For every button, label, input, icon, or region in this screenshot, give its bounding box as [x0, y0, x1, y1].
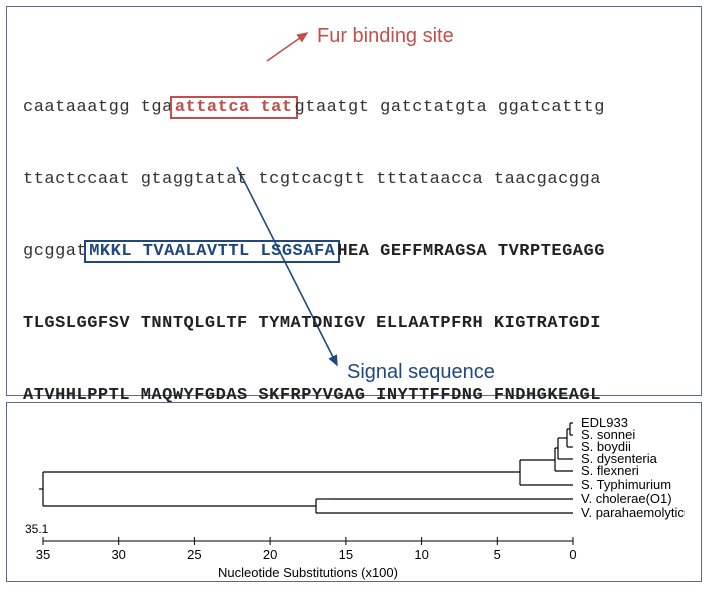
phylogenetic-tree-panel: EDL933 S. sonnei S. boydii S. dysenteria… [6, 402, 702, 582]
x-axis-label: Nucleotide Substitutions (x100) [218, 565, 398, 580]
svg-text:15: 15 [339, 547, 353, 562]
svg-text:30: 30 [111, 547, 125, 562]
svg-text:0: 0 [569, 547, 576, 562]
taxon-typhimurium: S. Typhimurium [581, 477, 671, 492]
taxon-cholerae: V. cholerae(O1) [581, 491, 672, 506]
tree-branches [39, 423, 573, 513]
svg-text:35: 35 [36, 547, 50, 562]
seq-row-2: ttactccaat gtaggtatat tcgtcacgtt tttataa… [23, 171, 685, 188]
seq-row-3: gcggatMKKL TVAALAVTTL LSGSAFAHEA GEFFMRA… [23, 243, 685, 260]
svg-text:5: 5 [494, 547, 501, 562]
phylogenetic-tree: EDL933 S. sonnei S. boydii S. dysenteria… [25, 413, 685, 581]
seq-row-1: caataaatgg tgaattatca tatgtaatgt gatctat… [23, 99, 685, 116]
fur-binding-site-box: attatca tat [170, 96, 298, 119]
svg-text:10: 10 [414, 547, 428, 562]
signal-sequence-box: MKKL TVAALAVTTL LSGSAFA [84, 240, 340, 263]
axis [43, 537, 573, 545]
taxon-parahaemolyticus: V. parahaemolyticus [581, 505, 685, 520]
sequence-panel: Fur binding site Signal sequence caataaa… [6, 6, 702, 396]
taxon-flexneri: S. flexneri [581, 463, 639, 478]
tree-tip-labels: EDL933 S. sonnei S. boydii S. dysenteria… [581, 415, 685, 520]
fur-arrow [267, 27, 327, 67]
root-distance-value: 35.1 [25, 522, 49, 536]
fur-binding-label: Fur binding site [317, 25, 454, 48]
axis-tick-labels: 35 30 25 20 15 10 5 0 [36, 547, 577, 562]
seq-row-4: TLGSLGGFSV TNNTQLGLTF TYMATDNIGV ELLAATP… [23, 315, 685, 332]
svg-text:25: 25 [187, 547, 201, 562]
svg-text:20: 20 [263, 547, 277, 562]
